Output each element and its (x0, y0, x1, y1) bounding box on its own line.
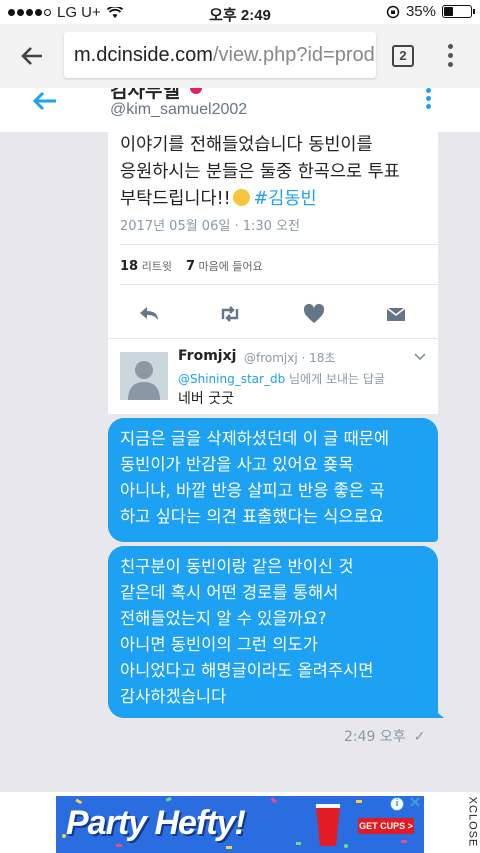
reply-to-line: @Shining_star_db 님에게 보내는 답글 (178, 370, 385, 387)
sent-check-icon: ✓ (413, 729, 426, 745)
url-bar[interactable]: m.dcinside.com/view.php?id=produ (64, 32, 376, 78)
direct-message-icon[interactable] (384, 302, 408, 326)
divider (120, 284, 438, 285)
message-line: 전해들었는지 알 수 있을까요? (120, 609, 327, 628)
bubble-tail (432, 708, 444, 718)
reply-tweet: Fromjxj @fromjxj · 18초 @Shining_star_db … (108, 344, 438, 414)
red-cup-icon (316, 804, 340, 846)
divider (120, 244, 438, 245)
url-host: m.dcinside.com (74, 44, 213, 66)
ad-cta-button[interactable]: GET CUPS > (358, 818, 414, 834)
xclose-button[interactable]: XCLOSE (464, 796, 480, 853)
message-bubble[interactable]: 지금은 글을 삭제하셨던데 이 글 때문에 동빈이가 반감을 사고 있어요 죶목… (108, 418, 438, 542)
tab-switcher-button[interactable]: 2 (392, 45, 414, 67)
message-timestamp: 2:49 오후 ✓ (344, 726, 425, 746)
browser-toolbar: m.dcinside.com/view.php?id=produ 2 (0, 24, 480, 88)
xclose-label: XCLOSE (466, 796, 479, 848)
twitter-back-icon[interactable] (32, 90, 58, 112)
message-time: 2:49 오후 (344, 729, 406, 745)
like-heart-icon[interactable] (302, 302, 326, 326)
retweet-icon[interactable] (218, 302, 242, 326)
tweet-text: 이야기를 전해들었습니다 동빈이를 응원하시는 분들은 둘중 한곡으로 투표 부… (120, 132, 432, 213)
heart-emoji-icon (190, 88, 202, 94)
tweet-text-line: 응원하시는 분들은 둘중 한곡으로 투표 (120, 162, 400, 182)
message-bubble[interactable]: 친구분이 동빈이랑 같은 반이신 것 같은데 혹시 어떤 경로를 통해서 전해들… (108, 546, 438, 718)
status-bar: LG U+ 오후 2:49 35% (0, 0, 480, 24)
message-line: 친구분이 동빈이랑 같은 반이신 것 (120, 557, 354, 576)
ad-close-icon[interactable] (408, 795, 422, 809)
retweet-count: 18 (120, 259, 139, 274)
message-line: 같은데 혹시 어떤 경로를 통해서 (120, 583, 339, 602)
reply-to-suffix: 님에게 보내는 답글 (285, 372, 385, 386)
rotation-lock-icon (386, 5, 400, 18)
reply-author-name: Fromjxj (178, 348, 237, 364)
message-line: 동빈이가 반감을 사고 있어요 죶목 (120, 455, 354, 474)
url-path: /view.php?id=produ (212, 44, 376, 66)
tweet-stats: 18 리트윗 7 마음에 들어요 (120, 258, 263, 274)
reply-icon[interactable] (138, 302, 162, 326)
like-count: 7 (185, 259, 196, 274)
more-options-icon[interactable] (426, 88, 432, 110)
message-line: 하고 싶다는 의견 표출했다는 식으로요 (120, 507, 384, 526)
message-line: 지금은 글을 삭제하셨던데 이 글 때문에 (120, 429, 390, 448)
tweet-actions (108, 294, 438, 334)
reply-meta: @fromjxj · 18초 (244, 351, 336, 365)
reply-to-handle[interactable]: @Shining_star_db (178, 372, 285, 386)
default-avatar-icon (120, 352, 168, 400)
shared-tweet-card: 이야기를 전해들었습니다 동빈이를 응원하시는 분들은 둘중 한곡으로 투표 부… (108, 124, 438, 414)
ad-title: Party Hefty! (66, 804, 246, 842)
battery-percent: 35% (405, 3, 436, 20)
reply-text: 네버 굿굿 (178, 391, 234, 407)
like-label: 마음에 들어요 (198, 260, 263, 273)
chevron-down-icon[interactable] (414, 352, 426, 362)
message-line: 감사하겠습니다 (120, 687, 227, 706)
message-line: 아니냐, 바깥 반응 살피고 반응 좋은 곡 (120, 481, 385, 500)
ad-info-icon[interactable]: i (390, 797, 404, 811)
tweet-text-line: 부탁드립니다!! (120, 189, 231, 209)
retweet-label: 리트윗 (141, 260, 172, 273)
smile-emoji-icon (232, 189, 250, 206)
tweet-date: 2017년 05월 06일 · 1:30 오전 (120, 219, 300, 234)
message-line: 아니었다고 해명글이라도 올려주시면 (120, 661, 374, 680)
browser-back-icon[interactable] (18, 42, 46, 70)
battery-icon (442, 5, 475, 18)
tweet-author-handle: @kim_samuel2002 (110, 101, 248, 118)
ad-banner[interactable]: Party Hefty! GET CUPS > (56, 796, 424, 853)
browser-menu-icon[interactable] (446, 44, 454, 68)
divider (108, 338, 438, 339)
tweet-text-line: 이야기를 전해들었습니다 동빈이를 (120, 135, 373, 155)
message-line: 아니면 동빈이의 그런 의도가 (120, 635, 318, 654)
tweet-hashtag[interactable]: #김동빈 (254, 189, 317, 209)
